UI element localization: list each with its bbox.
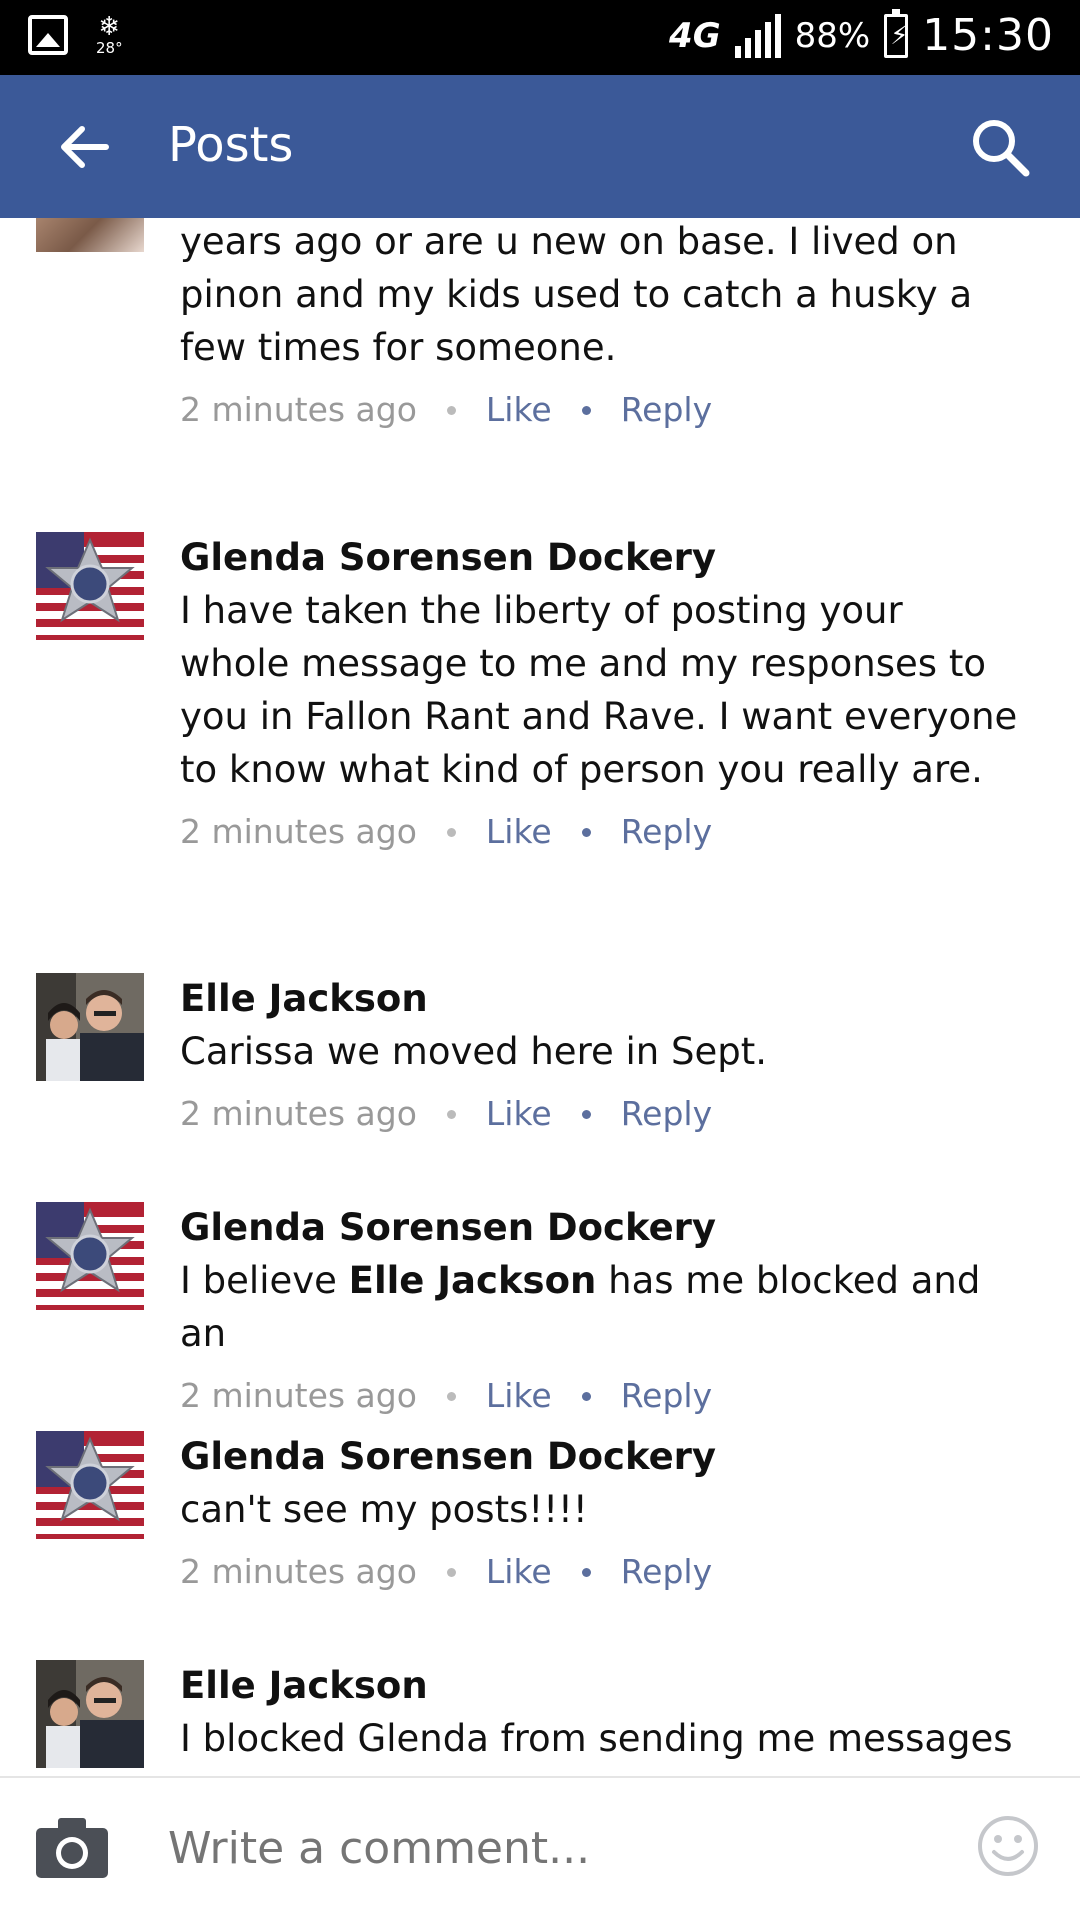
separator-dot [446,1109,456,1119]
avatar[interactable] [36,1202,144,1310]
separator-dot [446,827,456,837]
comment-text: I blocked Glenda from sending me message… [180,1717,1013,1760]
comment-author[interactable]: Glenda Sorensen Dockery [180,1202,1020,1254]
comment-meta: 2 minutes ago Like Reply [180,1088,1020,1140]
avatar[interactable] [36,1431,144,1539]
comment-author[interactable]: Elle Jackson [180,1660,1020,1712]
gallery-notification-icon [28,15,68,55]
search-icon[interactable] [968,115,1032,179]
avatar[interactable] [36,532,144,640]
comment-text: I believe Elle Jackson has me blocked an… [180,1254,1020,1360]
separator-dot [446,1391,456,1401]
like-link[interactable]: Like [486,384,552,436]
like-link[interactable]: Like [486,1546,552,1598]
like-link[interactable]: Like [486,806,552,858]
comment-text-part: I believe [180,1259,349,1302]
comment-composer [0,1776,1080,1920]
user-mention[interactable]: Elle Jackson [349,1259,597,1302]
comment-meta: 2 minutes ago Like Reply [180,1546,1020,1598]
comment-timestamp: 2 minutes ago [180,1376,417,1415]
battery-charging-icon: ⚡ [884,8,908,58]
app-header: Posts [0,75,1080,218]
reply-link[interactable]: Reply [621,1370,712,1422]
comment-text: Is he the same husky who would get out 2… [180,220,973,369]
signal-icon [734,13,781,58]
battery-percent: 88% [794,15,871,56]
separator-dot [581,827,591,837]
comment-meta: 2 minutes ago Like Reply [180,1370,1020,1422]
separator-dot [581,405,591,415]
camera-icon[interactable] [34,1816,110,1880]
comment-meta: 2 minutes ago Like Reply [180,384,1020,436]
comment-list[interactable]: Is he the same husky who would get out 2… [0,218,1080,1776]
clock: 15:30 [922,10,1054,61]
snowflake-icon: ❄ [98,12,121,42]
comment-author[interactable]: Elle Jackson [180,973,1020,1025]
comment-timestamp: 2 minutes ago [180,390,417,429]
page-title: Posts [168,117,294,173]
avatar[interactable] [36,218,144,252]
separator-dot [581,1109,591,1119]
comment-timestamp: 2 minutes ago [180,1094,417,1133]
reply-link[interactable]: Reply [621,384,712,436]
comment-text: can't see my posts!!!! [180,1488,588,1531]
weather-indicator: ❄ 28° [96,14,123,56]
smiley-icon[interactable] [976,1814,1040,1878]
reply-link[interactable]: Reply [621,806,712,858]
comment-timestamp: 2 minutes ago [180,812,417,851]
reply-link[interactable]: Reply [621,1088,712,1140]
comment-text: Carissa we moved here in Sept. [180,1030,767,1073]
separator-dot [581,1567,591,1577]
comment-text: I have taken the liberty of posting your… [180,589,1018,791]
separator-dot [581,1391,591,1401]
like-link[interactable]: Like [486,1370,552,1422]
temperature: 28° [96,39,123,57]
comment-timestamp: 2 minutes ago [180,1552,417,1591]
comment-meta: 2 minutes ago Like Reply [180,806,1020,858]
comment-author[interactable]: Glenda Sorensen Dockery [180,532,1020,584]
like-link[interactable]: Like [486,1088,552,1140]
comment-input[interactable] [168,1816,928,1880]
separator-dot [446,1567,456,1577]
arrow-left-icon[interactable] [52,115,116,179]
avatar[interactable] [36,973,144,1081]
status-bar: ❄ 28° 4G 88% ⚡ 15:30 [0,0,1080,75]
avatar[interactable] [36,1660,144,1768]
separator-dot [446,405,456,415]
network-type: 4G [669,15,721,56]
reply-link[interactable]: Reply [621,1546,712,1598]
comment-author[interactable]: Glenda Sorensen Dockery [180,1431,1020,1483]
